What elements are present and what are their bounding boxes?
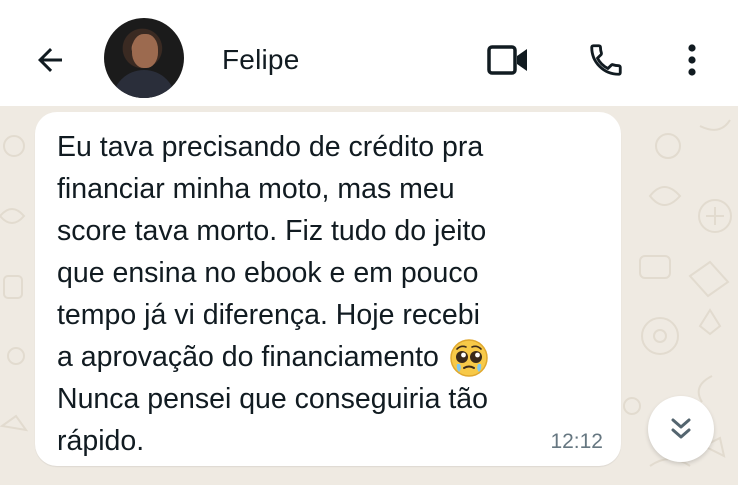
message-line: financiar minha moto, mas meu (57, 173, 455, 205)
message-line: tempo já vi diferença. Hoje recebi (57, 299, 480, 331)
more-vertical-icon (688, 44, 696, 76)
avatar-face (132, 34, 158, 68)
pleading-face-emoji (447, 336, 493, 378)
message-text: Eu tava precisando de crédito pra financ… (57, 126, 597, 462)
message-line: score tava morto. Fiz tudo do jeito (57, 215, 487, 247)
message-line: que ensina no ebook e em pouco (57, 257, 479, 289)
contact-avatar[interactable] (104, 18, 184, 98)
scroll-to-bottom-button[interactable] (648, 396, 714, 462)
arrow-left-icon (38, 48, 62, 72)
avatar-shirt (112, 70, 176, 98)
contact-name[interactable]: Felipe (222, 44, 299, 76)
voice-call-button[interactable] (576, 30, 636, 90)
chat-area[interactable]: Eu tava precisando de crédito pra financ… (0, 106, 738, 485)
message-timestamp: 12:12 (550, 430, 603, 453)
message-bubble[interactable]: Eu tava precisando de crédito pra financ… (35, 112, 621, 466)
video-call-button[interactable] (478, 30, 538, 90)
chat-header: Felipe (0, 0, 738, 106)
more-options-button[interactable] (662, 30, 722, 90)
message-line: a aprovação do financiamento (57, 341, 439, 373)
double-chevron-down-icon (671, 418, 691, 439)
video-camera-icon (487, 45, 527, 75)
phone-icon (590, 44, 622, 76)
message-line: rápido. (57, 425, 145, 457)
message-line: Eu tava precisando de crédito pra (57, 131, 484, 163)
message-line: Nunca pensei que conseguiria tão (57, 383, 488, 415)
back-button[interactable] (20, 30, 80, 90)
message-line-with-emoji: a aprovação do financiamento (57, 336, 597, 378)
